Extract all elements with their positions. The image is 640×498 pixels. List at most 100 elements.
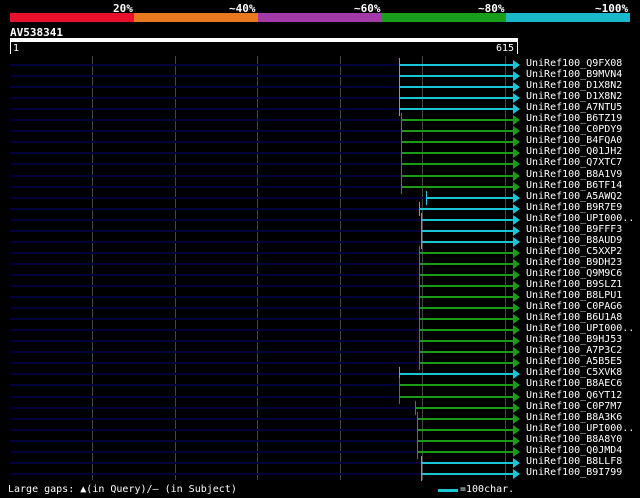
hit-label-link[interactable]: UniRef100_A7NTU5	[526, 102, 622, 113]
unaligned-region	[10, 440, 417, 442]
hit-label-link[interactable]: UniRef100_C0P7M7	[526, 401, 622, 412]
hit-bar[interactable]	[419, 318, 513, 320]
hit-label-link[interactable]: UniRef100_A5B5E5	[526, 356, 622, 367]
hit-arrow-icon	[513, 325, 520, 335]
hit-label-link[interactable]: UniRef100_UPI000..	[526, 323, 634, 334]
hit-label-link[interactable]: UniRef100_B8LLF8	[526, 456, 622, 467]
unaligned-region	[10, 230, 421, 232]
hit-bar[interactable]	[399, 97, 513, 99]
hit-label-link[interactable]: UniRef100_B6TF14	[526, 180, 622, 191]
hit-bar[interactable]	[419, 362, 513, 364]
hit-bar[interactable]	[401, 163, 513, 165]
in-subject-label: (in Subject)	[164, 484, 237, 495]
hit-bar[interactable]	[419, 296, 513, 298]
hit-label-link[interactable]: UniRef100_C5XVK8	[526, 367, 622, 378]
hit-label-link[interactable]: UniRef100_B9DH23	[526, 257, 622, 268]
hit-label-link[interactable]: UniRef100_B6U1A8	[526, 312, 622, 323]
hit-label-link[interactable]: UniRef100_B4FQA0	[526, 135, 622, 146]
hit-label-link[interactable]: UniRef100_C5XXP2	[526, 246, 622, 257]
hit-bar[interactable]	[419, 252, 513, 254]
hit-label-link[interactable]: UniRef100_UPI000..	[526, 213, 634, 224]
hit-bar[interactable]	[417, 440, 513, 442]
hit-bar[interactable]	[419, 208, 513, 210]
hit-bar[interactable]	[401, 119, 513, 121]
hit-label-link[interactable]: UniRef100_Q6YT12	[526, 390, 622, 401]
hit-bar[interactable]	[417, 451, 513, 453]
hit-bar[interactable]	[419, 329, 513, 331]
hit-bar[interactable]	[399, 396, 513, 398]
ruler-end-label: 615	[496, 43, 515, 54]
scale-bar-segment	[382, 13, 506, 22]
hit-arrow-icon	[513, 159, 520, 169]
hit-bar[interactable]	[421, 230, 513, 232]
hit-label-link[interactable]: UniRef100_UPI000..	[526, 423, 634, 434]
hit-arrow-icon	[513, 93, 520, 103]
hit-label-link[interactable]: UniRef100_B8AUD9	[526, 235, 622, 246]
hit-bar[interactable]	[421, 241, 513, 243]
hit-bar[interactable]	[419, 351, 513, 353]
hit-arrow-icon	[513, 347, 520, 357]
hit-label-link[interactable]: UniRef100_B9I799	[526, 467, 622, 478]
hit-arrow-icon	[513, 60, 520, 70]
hit-bar[interactable]	[399, 75, 513, 77]
hit-label-link[interactable]: UniRef100_B8AEC6	[526, 378, 622, 389]
ruler-start-label: 1	[13, 43, 20, 54]
hit-bar[interactable]	[417, 429, 513, 431]
hit-label-link[interactable]: UniRef100_B8LPU1	[526, 290, 622, 301]
hit-bar[interactable]	[417, 418, 513, 420]
hit-label-link[interactable]: UniRef100_A5AWQ2	[526, 191, 622, 202]
hit-bar[interactable]	[415, 407, 513, 409]
hit-bar[interactable]	[401, 141, 513, 143]
hit-arrow-icon	[513, 281, 520, 291]
hit-bar[interactable]	[399, 108, 513, 110]
hit-label-link[interactable]: UniRef100_B9R7E9	[526, 202, 622, 213]
hit-arrow-icon	[513, 226, 520, 236]
hit-bar[interactable]	[399, 86, 513, 88]
hit-bar[interactable]	[399, 384, 513, 386]
hit-label-link[interactable]: UniRef100_A7P3C2	[526, 345, 622, 356]
hit-label-link[interactable]: UniRef100_B9MVN4	[526, 69, 622, 80]
hit-label-link[interactable]: UniRef100_D1X8N2	[526, 91, 622, 102]
hit-label-link[interactable]: UniRef100_B9FFF3	[526, 224, 622, 235]
hit-bar[interactable]	[419, 285, 513, 287]
hit-label-link[interactable]: UniRef100_B8A8Y0	[526, 434, 622, 445]
hit-bar[interactable]	[401, 152, 513, 154]
unaligned-region	[10, 152, 401, 154]
hit-label-link[interactable]: UniRef100_D1X8N2	[526, 80, 622, 91]
hit-bar[interactable]	[419, 263, 513, 265]
hit-label-link[interactable]: UniRef100_B9HJ53	[526, 334, 622, 345]
hit-arrow-icon	[513, 104, 520, 114]
hit-label-link[interactable]: UniRef100_B8A3K6	[526, 412, 622, 423]
hit-label-link[interactable]: UniRef100_Q0JMD4	[526, 445, 622, 456]
scale-note: =100char.	[460, 484, 515, 495]
hit-bar[interactable]	[399, 373, 513, 375]
hit-bar[interactable]	[421, 462, 513, 464]
hit-bar[interactable]	[419, 340, 513, 342]
hit-label-link[interactable]: UniRef100_B9SLZ1	[526, 279, 622, 290]
hit-bar[interactable]	[401, 130, 513, 132]
hit-label-link[interactable]: UniRef100_Q9M9C6	[526, 268, 622, 279]
hit-label-link[interactable]: UniRef100_Q7XTC7	[526, 157, 622, 168]
scale-bar-segment	[10, 13, 134, 22]
hit-bar[interactable]	[421, 473, 513, 475]
hit-label-link[interactable]: UniRef100_B8A1V9	[526, 169, 622, 180]
hit-bar[interactable]	[401, 186, 513, 188]
unaligned-region	[10, 86, 399, 88]
hit-bar[interactable]	[421, 219, 513, 221]
ruler-start-tick	[10, 42, 11, 54]
hit-label-link[interactable]: UniRef100_B6TZ19	[526, 113, 622, 124]
hit-label-link[interactable]: UniRef100_C0PAG6	[526, 301, 622, 312]
hit-bar[interactable]	[419, 307, 513, 309]
unaligned-region	[10, 340, 419, 342]
unaligned-region	[10, 219, 421, 221]
unaligned-region	[10, 451, 417, 453]
hit-bar[interactable]	[419, 274, 513, 276]
hit-label-link[interactable]: UniRef100_Q9FX08	[526, 58, 622, 69]
scale-bar-segment	[134, 13, 258, 22]
hit-bar[interactable]	[401, 175, 513, 177]
hit-label-link[interactable]: UniRef100_C0PDY9	[526, 124, 622, 135]
hit-bar[interactable]	[426, 197, 513, 199]
hit-label-link[interactable]: UniRef100_Q01JH2	[526, 146, 622, 157]
unaligned-region	[10, 429, 417, 431]
hit-bar[interactable]	[399, 64, 513, 66]
